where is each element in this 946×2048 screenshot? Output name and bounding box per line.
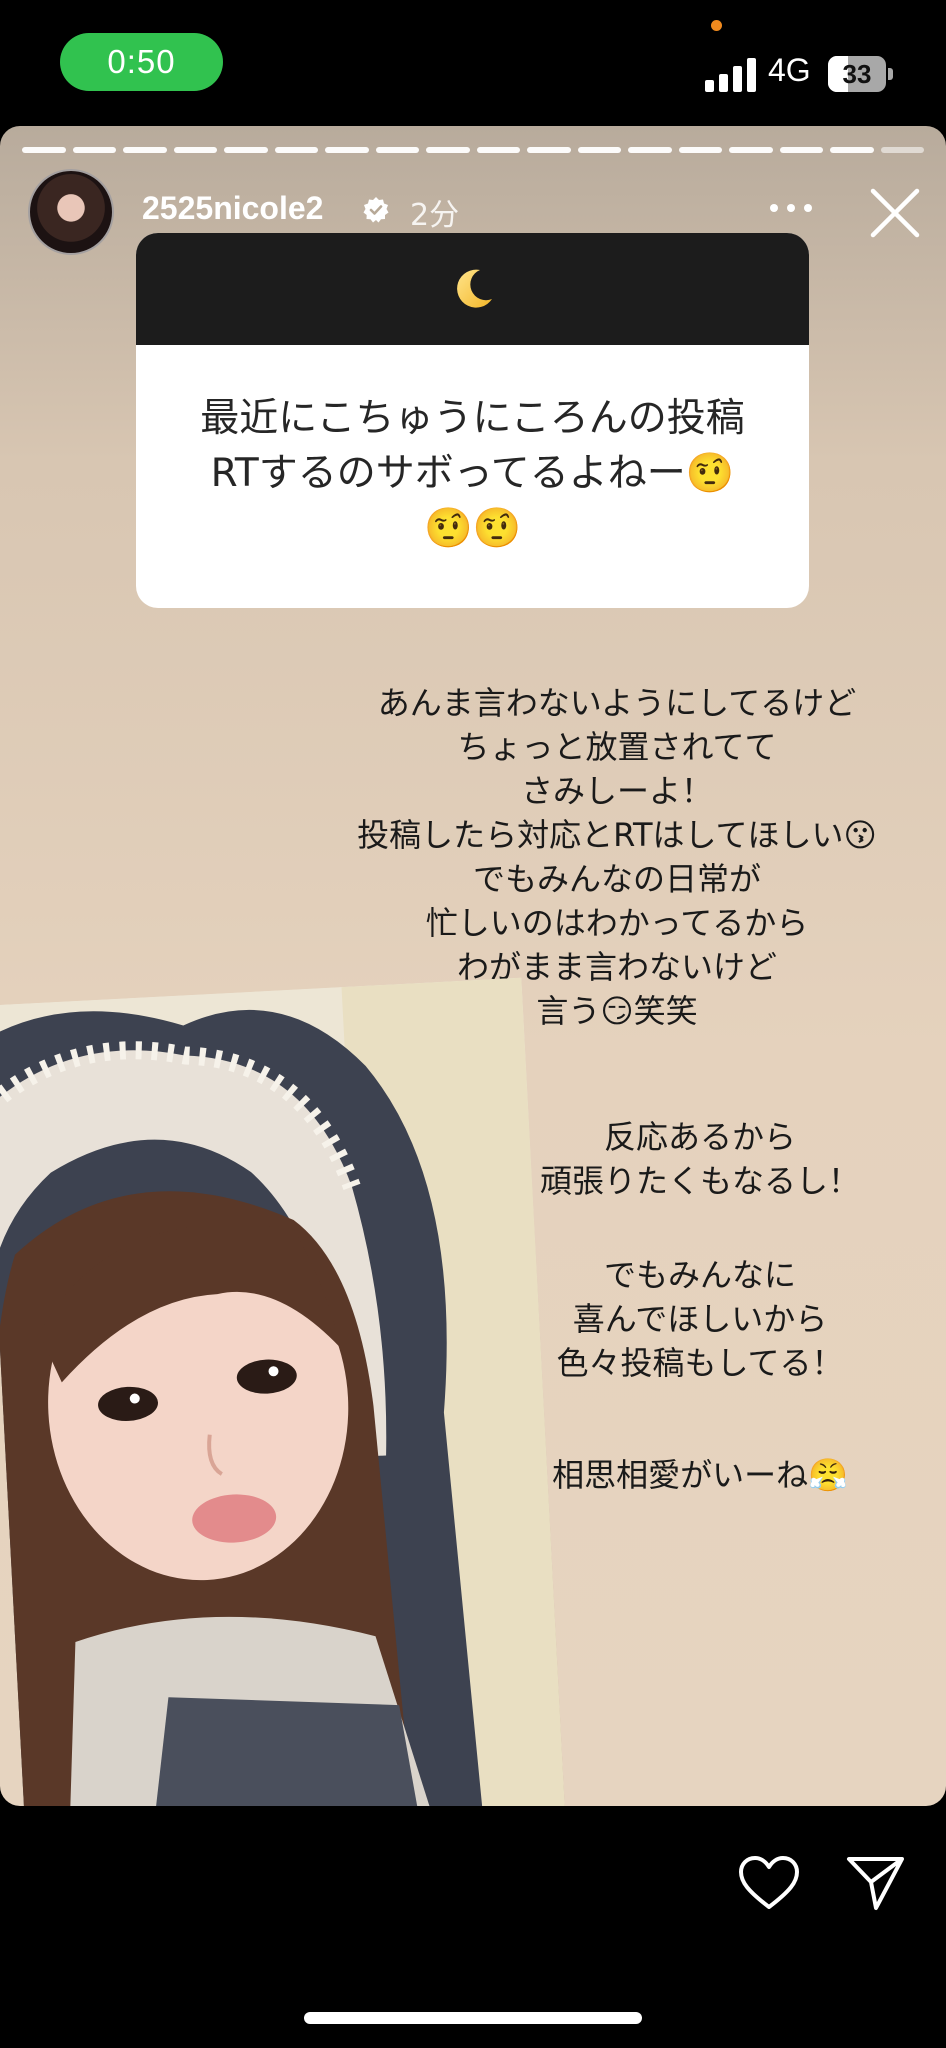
story-viewer[interactable]: 2525nicole2 2分 最近にこちゅうにころんの投稿 RTするのサボってる…	[0, 126, 946, 1806]
story-progress-segment	[678, 147, 722, 153]
question-line: 🤨🤨	[423, 506, 522, 551]
question-text: 最近にこちゅうにころんの投稿 RTするのサボってるよねー🤨 🤨🤨	[136, 345, 809, 556]
send-icon[interactable]	[846, 1854, 906, 1912]
story-progress-segment	[426, 147, 470, 153]
battery-level: 33	[842, 59, 872, 89]
reply-text-third: でもみんなに 喜んでほしいから 色々投稿もしてる！	[556, 1256, 844, 1382]
heart-icon[interactable]	[738, 1855, 800, 1911]
story-progress-segment	[880, 147, 924, 153]
story-progress-segment	[375, 147, 419, 153]
moon-icon	[456, 269, 492, 308]
status-time[interactable]: 0:50	[60, 33, 223, 91]
story-progress-segment	[577, 147, 621, 153]
status-bar: 0:50 4G 33	[0, 0, 946, 126]
question-line: 最近にこちゅうにころんの投稿	[200, 396, 745, 441]
story-progress-segment	[325, 147, 369, 153]
selfie-photo	[0, 977, 568, 1806]
story-progress-segment	[527, 147, 571, 153]
verified-badge-icon	[363, 197, 389, 223]
story-progress-bar	[22, 147, 924, 153]
story-progress-segment	[729, 147, 773, 153]
network-type: 4G	[768, 52, 811, 88]
story-progress-segment	[22, 147, 66, 153]
story-progress-segment	[123, 147, 167, 153]
story-progress-segment	[173, 147, 217, 153]
privacy-indicator-icon	[711, 20, 722, 31]
story-progress-segment	[628, 147, 672, 153]
avatar[interactable]	[28, 169, 114, 255]
reply-text-fourth: 相思相愛がいーね😤	[552, 1456, 848, 1494]
question-sticker-header	[136, 233, 809, 345]
reply-text-main: あんま言わないようにしてるけど ちょっと放置されてて さみしーよ！ 投稿したら対…	[357, 684, 877, 1030]
story-username[interactable]: 2525nicole2	[142, 190, 323, 227]
story-progress-segment	[72, 147, 116, 153]
story-progress-segment	[274, 147, 318, 153]
question-line: RTするのサボってるよねー🤨	[210, 451, 735, 496]
question-sticker[interactable]: 最近にこちゅうにころんの投稿 RTするのサボってるよねー🤨 🤨🤨	[136, 233, 809, 608]
more-options-icon[interactable]	[770, 198, 820, 218]
reply-text-second: 反応あるから 頑張りたくもなるし！	[539, 1118, 860, 1200]
signal-strength-icon	[705, 58, 757, 92]
story-progress-segment	[830, 147, 874, 153]
battery-icon: 33	[828, 56, 894, 92]
story-time-ago: 2分	[410, 198, 460, 233]
story-progress-segment	[224, 147, 268, 153]
story-progress-segment	[476, 147, 520, 153]
story-progress-segment	[779, 147, 823, 153]
close-icon[interactable]	[868, 186, 922, 240]
home-indicator[interactable]	[304, 2012, 642, 2024]
